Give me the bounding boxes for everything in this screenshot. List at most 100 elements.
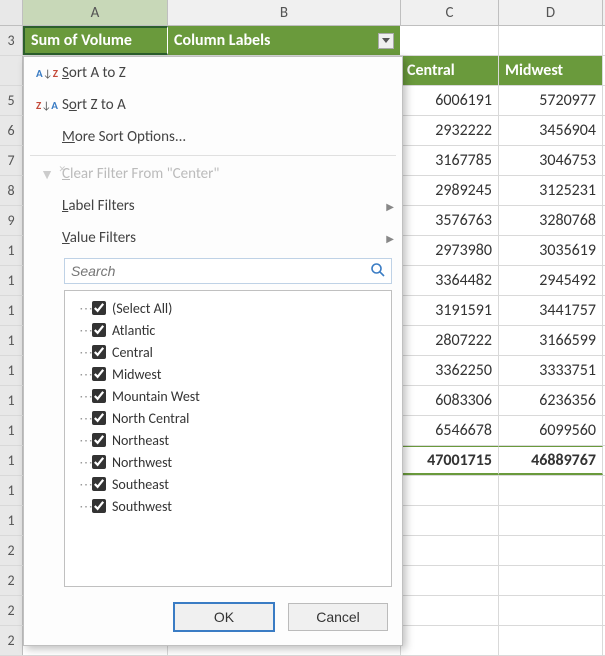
rownum-3[interactable]: 3 (0, 26, 23, 55)
more-sort-options[interactable]: More Sort Options... (24, 121, 402, 153)
cell-d[interactable]: 3333751 (499, 356, 603, 385)
column-labels-cell[interactable]: Column Labels (168, 26, 401, 55)
cell-c[interactable]: 2807222 (401, 326, 499, 355)
subheader-midwest[interactable]: Midwest (499, 56, 603, 85)
cell-c[interactable]: 3576763 (401, 206, 499, 235)
cell-c[interactable]: 3364482 (401, 266, 499, 295)
checklist-checkbox[interactable] (92, 389, 106, 403)
rownum[interactable]: 2 (0, 596, 23, 625)
column-labels-dropdown-button[interactable] (378, 33, 394, 49)
checklist-item[interactable]: ⋯ Northwest (69, 451, 387, 473)
value-filters[interactable]: Value Filters ▶ (24, 222, 402, 254)
checklist-checkbox[interactable] (92, 455, 106, 469)
checklist-checkbox[interactable] (92, 477, 106, 491)
tree-dots-icon: ⋯ (79, 454, 90, 471)
cell-d[interactable]: 3125231 (499, 176, 603, 205)
checklist-checkbox[interactable] (92, 433, 106, 447)
tree-dots-icon: ⋯ (79, 322, 90, 339)
rownum[interactable]: 5 (0, 86, 23, 115)
cell-c[interactable]: 3362250 (401, 356, 499, 385)
cell-c[interactable]: 3167785 (401, 146, 499, 175)
rownum[interactable]: 1 (0, 266, 23, 295)
rownum[interactable]: 2 (0, 566, 23, 595)
rownum-4[interactable] (0, 56, 23, 85)
rownum[interactable]: 8 (0, 176, 23, 205)
cell-c[interactable]: 6006191 (401, 86, 499, 115)
checklist-item[interactable]: ⋯North Central (69, 407, 387, 429)
rownum[interactable]: 1 (0, 476, 23, 505)
cell-d3[interactable] (499, 26, 603, 55)
sort-a-to-z[interactable]: A↓Z Sort A to Z (24, 57, 402, 89)
checklist-checkbox[interactable] (92, 323, 106, 337)
cell-c[interactable]: 3191591 (401, 296, 499, 325)
checklist-item[interactable]: ⋯Central (69, 341, 387, 363)
checklist-checkbox[interactable] (92, 411, 106, 425)
cell-d[interactable]: 3166599 (499, 326, 603, 355)
search-icon (370, 262, 386, 283)
filter-search (64, 258, 392, 284)
rownum[interactable]: 1 (0, 296, 23, 325)
checklist-item[interactable]: ⋯Mountain West (69, 385, 387, 407)
rownum[interactable]: 9 (0, 206, 23, 235)
checklist-label: (Select All) (112, 300, 172, 317)
rownum[interactable]: 1 (0, 326, 23, 355)
checklist-item[interactable]: ⋯ Atlantic (69, 319, 387, 341)
checklist-item[interactable]: ⋯Southeast (69, 473, 387, 495)
rownum[interactable]: 1 (0, 386, 23, 415)
rownum-total[interactable]: 1 (0, 446, 23, 475)
cell-c[interactable]: 6546678 (401, 416, 499, 445)
rownum[interactable]: 7 (0, 146, 23, 175)
rownum[interactable]: 1 (0, 236, 23, 265)
sort-z-to-a[interactable]: Z↓A Sort Z to A (24, 89, 402, 121)
col-header-d[interactable]: D (499, 0, 603, 25)
cell-d[interactable]: 3035619 (499, 236, 603, 265)
filter-checklist[interactable]: ⋯(Select All)⋯Atlantic⋯Central⋯Midwest⋯M… (64, 290, 392, 587)
cell-c[interactable]: 2973980 (401, 236, 499, 265)
cell-d[interactable]: 5720977 (499, 86, 603, 115)
cell-d[interactable]: 2945492 (499, 266, 603, 295)
cancel-button[interactable]: Cancel (288, 603, 388, 631)
rownum[interactable]: 1 (0, 416, 23, 445)
label-filters[interactable]: Label Filters ▶ (24, 190, 402, 222)
checklist-checkbox[interactable] (92, 367, 106, 381)
checklist-checkbox[interactable] (92, 499, 106, 513)
cell-c[interactable]: 2989245 (401, 176, 499, 205)
cell-d[interactable]: 6236356 (499, 386, 603, 415)
sum-of-field-cell[interactable]: Sum of Volume (23, 26, 168, 55)
cell-d[interactable]: 3456904 (499, 116, 603, 145)
checklist-item[interactable]: ⋯Southwest (69, 495, 387, 517)
rownum[interactable]: 6 (0, 116, 23, 145)
dropdown-buttons: OK Cancel (24, 591, 402, 645)
total-midwest[interactable]: 46889767 (499, 446, 603, 475)
checklist-label: Northwest (112, 454, 172, 471)
rownum[interactable]: 2 (0, 536, 23, 565)
cell-d[interactable]: 3441757 (499, 296, 603, 325)
label-filters-label: Label Filters (62, 197, 386, 215)
ok-button[interactable]: OK (174, 603, 274, 631)
checklist-item[interactable]: ⋯(Select All) (69, 297, 387, 319)
col-header-a[interactable]: A (23, 0, 168, 25)
checklist-item[interactable]: ⋯Midwest (69, 363, 387, 385)
col-header-b[interactable]: B (168, 0, 401, 25)
select-all-cell[interactable] (0, 0, 23, 25)
checklist-item[interactable]: ⋯Northeast (69, 429, 387, 451)
checklist-label: Atlantic (112, 322, 155, 339)
checklist-label: Midwest (112, 366, 161, 383)
col-header-c[interactable]: C (401, 0, 499, 25)
value-filters-label: Value Filters (62, 229, 386, 247)
cell-d[interactable]: 6099560 (499, 416, 603, 445)
subheader-central[interactable]: Central (401, 56, 499, 85)
search-input[interactable] (64, 258, 392, 284)
checklist-checkbox[interactable] (92, 345, 106, 359)
cell-d[interactable]: 3046753 (499, 146, 603, 175)
total-central[interactable]: 47001715 (401, 446, 499, 475)
funnel-clear-icon: ▼✕ (32, 166, 62, 183)
cell-c3[interactable] (401, 26, 499, 55)
rownum[interactable]: 1 (0, 506, 23, 535)
checklist-label: Northeast (112, 432, 169, 449)
cell-c[interactable]: 2932222 (401, 116, 499, 145)
checklist-checkbox[interactable] (92, 301, 106, 315)
rownum[interactable]: 1 (0, 356, 23, 385)
cell-d[interactable]: 3280768 (499, 206, 603, 235)
cell-c[interactable]: 6083306 (401, 386, 499, 415)
